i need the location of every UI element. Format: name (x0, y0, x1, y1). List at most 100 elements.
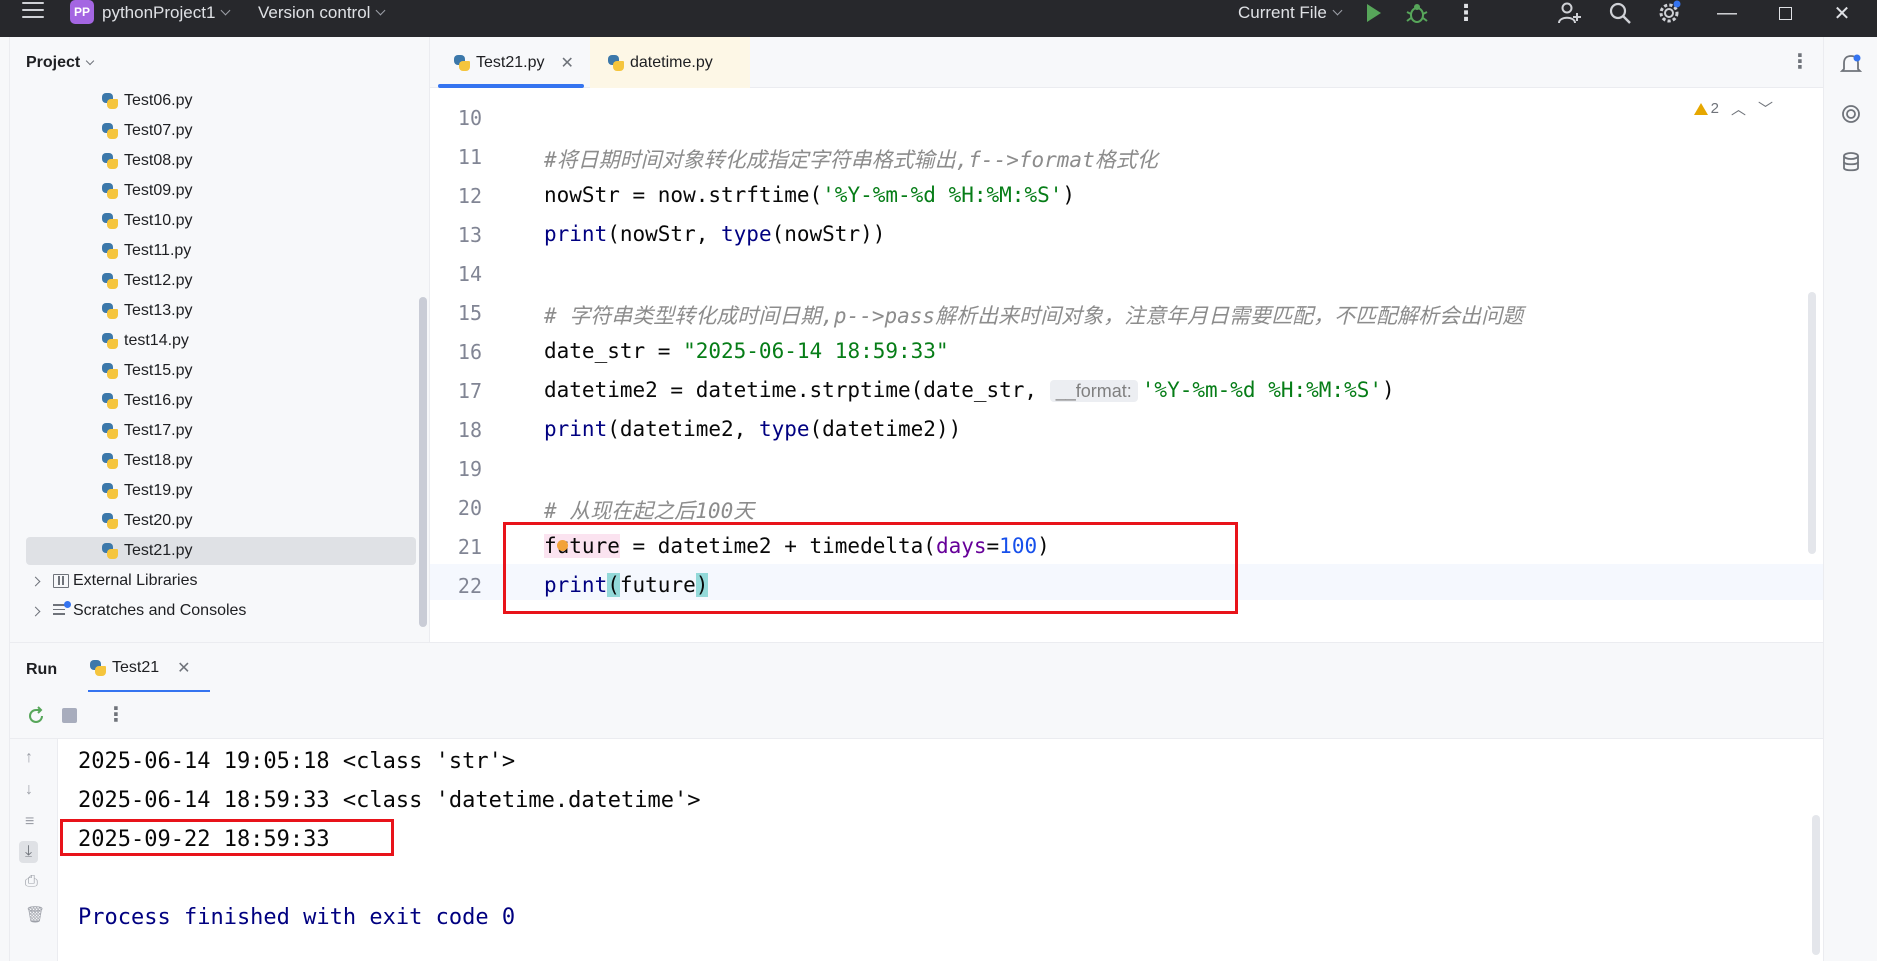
tab-options-icon[interactable]: ⋮ (1790, 49, 1810, 74)
console-exit-line: Process finished with exit code 0 (78, 905, 516, 930)
run-panel-header: Run Test21 ✕ (10, 642, 1823, 693)
code-line-12: nowStr = now.strftime('%Y-%m-%d %H:%M:%S… (544, 183, 1076, 207)
version-control-menu[interactable]: Version control (258, 0, 386, 26)
tab-datetime[interactable]: datetime.py (590, 37, 750, 88)
line-number: 20 (457, 496, 482, 520)
python-file-icon (102, 483, 118, 499)
inspection-widget[interactable]: 2 ︿ ﹀ (1693, 98, 1773, 119)
project-scrollbar[interactable] (419, 297, 427, 627)
project-switcher[interactable]: pythonProject1 (102, 0, 231, 26)
search-button[interactable] (1608, 0, 1632, 26)
arrow-down-icon[interactable]: ↓ (25, 781, 33, 799)
file-item[interactable]: test14.py (102, 327, 189, 355)
file-item[interactable]: Test06.py (102, 87, 192, 115)
chevron-down-icon (220, 5, 231, 16)
bug-icon (1406, 4, 1428, 23)
database-icon[interactable] (1840, 151, 1862, 173)
python-file-icon (90, 660, 106, 676)
run-side-toolbar: ↑ ↓ ≡ ⤓ ⎙ 🗑 (10, 739, 58, 961)
python-file-icon (102, 423, 118, 439)
more-actions-icon[interactable]: ⋮ (1455, 0, 1477, 26)
version-control-label: Version control (258, 3, 371, 22)
project-name: pythonProject1 (102, 3, 216, 22)
run-config-label: Current File (1238, 3, 1327, 22)
file-name: Test13.py (124, 302, 193, 319)
debug-button[interactable] (1406, 0, 1428, 26)
code-line-15: # 字符串类型转化成时间日期,p-->pass解析出来时间对象，注意年月日需要匹… (544, 304, 1524, 328)
python-file-icon (102, 303, 118, 319)
line-number: 12 (457, 184, 482, 208)
file-name: Test06.py (124, 92, 193, 109)
line-number: 19 (457, 457, 482, 481)
maximize-icon (1778, 6, 1792, 20)
file-item[interactable]: Test17.py (102, 417, 192, 445)
main-menu-icon[interactable] (22, 2, 44, 23)
run-button[interactable] (1367, 0, 1381, 26)
file-item[interactable]: Test11.py (102, 237, 191, 265)
code-with-me-button[interactable] (1557, 0, 1581, 26)
chevron-down-icon (376, 5, 386, 16)
line-number: 18 (457, 418, 482, 442)
chevron-down-icon[interactable]: ﹀ (1758, 98, 1773, 119)
editor-scrollbar[interactable] (1808, 292, 1816, 554)
search-icon (1609, 2, 1631, 24)
trash-icon[interactable]: 🗑 (25, 905, 45, 925)
ai-assistant-icon[interactable] (1840, 103, 1862, 125)
file-item-selected[interactable]: Test21.py (26, 537, 416, 565)
stop-icon[interactable] (62, 708, 77, 723)
file-name: Test08.py (124, 152, 193, 169)
chevron-up-icon[interactable]: ︿ (1731, 98, 1746, 119)
highlight-box-output (60, 819, 394, 856)
file-item[interactable]: Test19.py (102, 477, 192, 505)
file-item[interactable]: Test07.py (102, 117, 192, 145)
console-scrollbar[interactable] (1812, 815, 1820, 955)
scroll-to-end-icon[interactable]: ⤓ (19, 841, 39, 863)
python-file-icon (102, 183, 118, 199)
close-icon[interactable]: ✕ (177, 658, 190, 678)
run-tab-label: Test21 (112, 659, 160, 676)
arrow-up-icon[interactable]: ↑ (25, 749, 33, 767)
python-file-icon (608, 54, 624, 71)
code-line-20: # 从现在起之后100天 (544, 499, 755, 523)
maximize-button[interactable] (1765, 0, 1805, 26)
file-item[interactable]: Test09.py (102, 177, 192, 205)
project-badge[interactable]: PP (70, 0, 94, 24)
file-item[interactable]: Test15.py (102, 357, 192, 385)
library-icon (53, 574, 69, 588)
notifications-icon[interactable] (1840, 53, 1862, 75)
python-file-icon (102, 363, 118, 379)
scratches-node[interactable]: Scratches and Consoles (30, 597, 246, 625)
run-config-selector[interactable]: Current File (1238, 0, 1343, 26)
rerun-icon[interactable] (26, 706, 46, 726)
file-item[interactable]: Test16.py (102, 387, 192, 415)
file-item[interactable]: Test08.py (102, 147, 192, 175)
tab-test21[interactable]: Test21.py ✕ (436, 37, 586, 88)
external-libraries-node[interactable]: External Libraries (30, 567, 198, 595)
file-item[interactable]: Test18.py (102, 447, 192, 475)
file-name: Test17.py (124, 422, 193, 439)
python-file-icon (102, 393, 118, 409)
close-window-button[interactable]: ✕ (1822, 0, 1862, 26)
warning-count-label: 2 (1710, 100, 1719, 117)
file-name: Test10.py (124, 212, 193, 229)
file-item[interactable]: Test13.py (102, 297, 192, 325)
file-item[interactable]: Test10.py (102, 207, 192, 235)
warning-count[interactable]: 2 (1693, 100, 1719, 117)
print-icon[interactable]: ⎙ (25, 873, 38, 891)
settings-button[interactable] (1656, 0, 1682, 26)
minimize-button[interactable]: — (1707, 0, 1747, 26)
file-item[interactable]: Test20.py (102, 507, 192, 535)
file-item[interactable]: Test12.py (102, 267, 192, 295)
console-line: 2025-06-14 19:05:18 <class 'str'> (78, 749, 516, 774)
code-line-18: print(datetime2, type(datetime2)) (544, 417, 962, 441)
run-tab-test21[interactable]: Test21 ✕ (80, 643, 210, 693)
python-file-icon (102, 273, 118, 289)
line-number: 17 (457, 379, 482, 403)
console-output[interactable]: 2025-06-14 19:05:18 <class 'str'> 2025-0… (58, 739, 1823, 961)
more-options-icon[interactable]: ⋮ (106, 702, 126, 727)
chevron-down-icon (86, 56, 95, 65)
close-icon[interactable]: ✕ (560, 53, 573, 73)
project-panel-header[interactable]: Project (26, 54, 95, 72)
code-editor[interactable]: 2 ︿ ﹀ 10 11 12 13 14 15 16 17 18 19 20 2… (430, 88, 1823, 642)
soft-wrap-icon[interactable]: ≡ (25, 813, 34, 831)
